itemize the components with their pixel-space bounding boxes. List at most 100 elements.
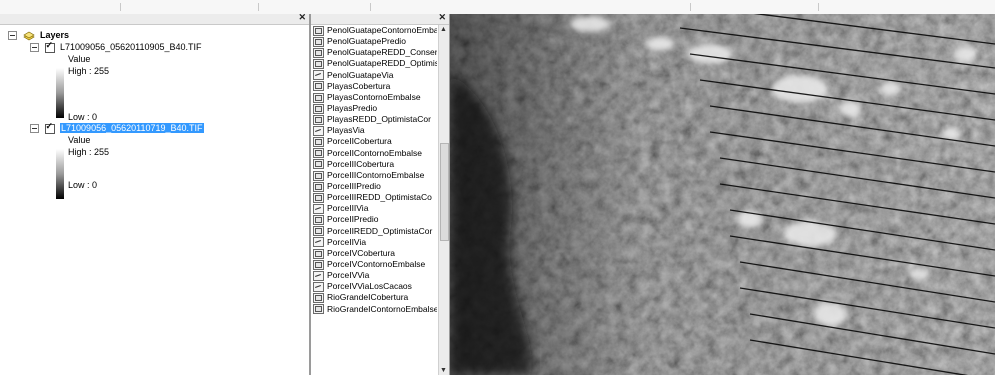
scroll-down-icon[interactable]: ▼ xyxy=(440,367,447,374)
catalog-list-item[interactable]: PenolGuatapeREDD_Conservacion xyxy=(313,47,437,59)
layer-2-legend-heading: Value xyxy=(68,135,91,145)
polygon-feature-icon xyxy=(313,215,324,226)
catalog-list-item[interactable]: PlayasREDD_OptimistaCor xyxy=(313,114,437,125)
toolbar-divider xyxy=(690,3,691,11)
layer-2-name[interactable]: L71009056_05620110719_B40.TIF xyxy=(60,123,204,133)
scroll-up-icon[interactable]: ▲ xyxy=(440,26,447,33)
toolbar-divider xyxy=(818,3,819,11)
catalog-list-item[interactable]: PorceIICobertura xyxy=(313,136,437,148)
checkmark-icon: ✓ xyxy=(45,120,54,131)
catalog-list-item[interactable]: PorceIVViaLosCacaos xyxy=(313,281,437,292)
close-catalog-icon[interactable]: ✕ xyxy=(438,14,446,23)
catalog-list-item[interactable]: PlayasContornoEmbalse xyxy=(313,92,437,103)
polygon-feature-icon xyxy=(313,92,324,103)
polygon-feature-icon xyxy=(313,59,324,70)
collapse-layers-icon[interactable] xyxy=(8,31,17,41)
polygon-feature-icon xyxy=(313,304,324,315)
layer-1-visibility-checkbox[interactable]: ✓ xyxy=(44,40,55,53)
vertical-scrollbar[interactable]: ▲ ▼ xyxy=(438,25,449,375)
close-toc-icon[interactable]: ✕ xyxy=(298,12,306,23)
polygon-feature-icon xyxy=(313,248,324,259)
top-toolbar-strip xyxy=(0,0,995,15)
layer-row-2[interactable]: ✓ L71009056_05620110719_B40.TIF xyxy=(30,120,204,134)
polygon-feature-icon xyxy=(313,259,324,270)
catalog-list-item[interactable]: PlayasPredio xyxy=(313,103,437,114)
layer-1-low-label: Low : 0 xyxy=(68,112,98,122)
polygon-feature-icon xyxy=(313,48,324,59)
catalog-list-item[interactable]: RioGrandeIContornoEmbalse xyxy=(313,304,437,315)
scrollbar-thumb[interactable] xyxy=(440,143,449,241)
collapse-layer-1-icon[interactable] xyxy=(30,43,39,53)
toolbar-divider xyxy=(370,3,371,11)
catalog-list-item[interactable]: PorceIVVia xyxy=(313,270,437,281)
polygon-feature-icon xyxy=(313,192,324,203)
catalog-list-item[interactable]: PorceIIVia xyxy=(313,237,437,248)
catalog-item-label: RioGrandeICobertura xyxy=(327,292,409,303)
catalog-list-item[interactable]: PenolGuatapePredio xyxy=(313,36,437,47)
toolbar-divider xyxy=(258,3,259,11)
satellite-raster-image[interactable] xyxy=(450,14,995,375)
polyline-feature-icon xyxy=(313,237,324,248)
catalog-item-label: PorceIVVia xyxy=(327,270,370,281)
catalog-list-item[interactable]: PorceIVCobertura xyxy=(313,248,437,259)
catalog-item-label: PorceIVContornoEmbalse xyxy=(327,258,426,269)
catalog-list-item[interactable]: PlayasVia xyxy=(313,125,437,137)
layers-root-label: Layers xyxy=(40,30,70,40)
catalog-item-label: PorceIIIVia xyxy=(327,203,369,214)
polyline-feature-icon xyxy=(313,270,324,281)
catalog-item-label: PenolGuatapeREDD_OptimistaCo xyxy=(327,58,437,69)
catalog-list-item[interactable]: PorceIIContornoEmbalse xyxy=(313,148,437,159)
toc-titlebar: ✕ xyxy=(0,12,309,25)
polygon-feature-icon xyxy=(313,137,324,148)
catalog-item-label: PlayasPredio xyxy=(327,102,378,113)
polygon-feature-icon xyxy=(313,148,324,159)
catalog-list-item[interactable]: RioGrandeICobertura xyxy=(313,292,437,304)
catalog-list-item[interactable]: PorceIVContornoEmbalse xyxy=(313,259,437,270)
layer-1-grayscale-ramp[interactable] xyxy=(56,68,64,118)
catalog-list-item[interactable]: PorceIIIContornoEmbalse xyxy=(313,170,437,181)
catalog-list-item[interactable]: PorceIIPredio xyxy=(313,214,437,226)
catalog-item-label: PenolGuatapeContornoEmbalse xyxy=(327,25,437,35)
catalog-item-label: PlayasVia xyxy=(327,125,365,136)
polygon-feature-icon xyxy=(313,25,324,36)
layer-row-1[interactable]: ✓ L71009056_05620110905_B40.TIF xyxy=(30,40,202,53)
catalog-item-label: PlayasCobertura xyxy=(327,80,391,91)
catalog-item-label: PenolGuatapePredio xyxy=(327,36,406,47)
catalog-list-item[interactable]: PenolGuatapeREDD_OptimistaCo xyxy=(313,58,437,70)
catalog-titlebar: ✕ xyxy=(311,14,449,25)
layer-1-name[interactable]: L71009056_05620110905_B40.TIF xyxy=(60,42,201,52)
catalog-list-item[interactable]: PenolGuatapeContornoEmbalse xyxy=(313,25,437,36)
layer-2-visibility-checkbox[interactable]: ✓ xyxy=(44,120,55,134)
layer-1-legend-heading: Value xyxy=(68,54,91,64)
map-view[interactable] xyxy=(450,14,995,375)
polyline-feature-icon xyxy=(313,70,324,81)
catalog-item-label: PorceIIIREDD_OptimistaCo xyxy=(327,192,432,203)
catalog-item-label: PorceIIPredio xyxy=(327,214,379,225)
catalog-list-item[interactable]: PorceIIREDD_OptimistaCor xyxy=(313,226,437,237)
table-of-contents-panel: ✕ Layers ✓ L71009056_05620110905_B40.TIF… xyxy=(0,12,310,375)
catalog-item-label: PorceIIVia xyxy=(327,236,367,247)
catalog-item-label: PorceIVViaLosCacaos xyxy=(327,281,412,292)
catalog-item-label: PorceIICobertura xyxy=(327,136,392,147)
layer-2-grayscale-ramp[interactable] xyxy=(56,149,64,199)
catalog-list-item[interactable]: PorceIIIPredio xyxy=(313,181,437,192)
catalog-item-label: PorceIIREDD_OptimistaCor xyxy=(327,225,433,236)
catalog-item-label: RioGrandeIContornoEmbalse xyxy=(327,303,437,314)
catalog-list-item[interactable]: PorceIIIREDD_OptimistaCo xyxy=(313,192,437,203)
polygon-feature-icon xyxy=(313,170,324,181)
catalog-list-item[interactable]: PorceIIIVia xyxy=(313,203,437,214)
catalog-item-label: PorceIVCobertura xyxy=(327,247,396,258)
collapse-layer-2-icon[interactable] xyxy=(30,124,39,134)
layer-2-high-label: High : 255 xyxy=(68,147,110,157)
catalog-list-item[interactable]: PenolGuatapeVia xyxy=(313,70,437,81)
catalog-list-panel: ✕ PenolGuatapeContornoEmbalsePenolGuatap… xyxy=(310,14,450,375)
polygon-feature-icon xyxy=(313,181,324,192)
polygon-feature-icon xyxy=(313,81,324,92)
catalog-item-label: PlayasContornoEmbalse xyxy=(327,91,421,102)
catalog-list-item[interactable]: PlayasCobertura xyxy=(313,81,437,92)
catalog-list-item[interactable]: PorceIIICobertura xyxy=(313,159,437,170)
feature-class-list: PenolGuatapeContornoEmbalsePenolGuatapeP… xyxy=(313,25,437,315)
polyline-feature-icon xyxy=(313,204,324,214)
layer-2-low-label: Low : 0 xyxy=(68,180,98,190)
layers-root[interactable]: Layers xyxy=(8,30,69,41)
